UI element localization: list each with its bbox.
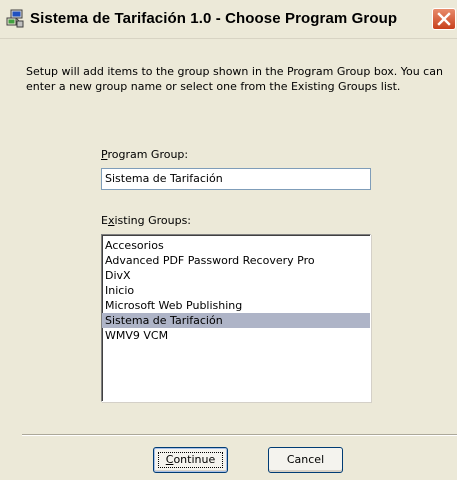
list-item-selected[interactable]: Sistema de Tarifación bbox=[102, 313, 370, 328]
program-group-label: Program Group: bbox=[101, 148, 189, 161]
dialog-window: Sistema de Tarifación 1.0 - Choose Progr… bbox=[0, 0, 457, 480]
list-item[interactable]: DivX bbox=[102, 268, 370, 283]
list-item[interactable]: Accesorios bbox=[102, 238, 370, 253]
cancel-button[interactable]: Cancel bbox=[268, 447, 343, 473]
list-item[interactable]: Advanced PDF Password Recovery Pro bbox=[102, 253, 370, 268]
instructions-text: Setup will add items to the group shown … bbox=[26, 65, 443, 93]
list-item[interactable]: Microsoft Web Publishing bbox=[102, 298, 370, 313]
continue-button[interactable]: Continue bbox=[153, 447, 228, 473]
list-item[interactable]: Inicio bbox=[102, 283, 370, 298]
setup-computer-icon bbox=[6, 9, 26, 29]
program-group-input[interactable]: Sistema de Tarifación bbox=[101, 168, 371, 190]
close-button[interactable] bbox=[432, 8, 456, 30]
focus-rectangle bbox=[158, 452, 223, 468]
title-bar[interactable]: Sistema de Tarifación 1.0 - Choose Progr… bbox=[0, 0, 457, 39]
list-item[interactable]: WMV9 VCM bbox=[102, 328, 370, 343]
existing-groups-label: Existing Groups: bbox=[101, 214, 192, 227]
close-icon bbox=[437, 12, 451, 26]
existing-groups-list[interactable]: Accesorios Advanced PDF Password Recover… bbox=[101, 234, 371, 402]
window-title: Sistema de Tarifación 1.0 - Choose Progr… bbox=[30, 10, 398, 27]
separator-line bbox=[22, 434, 457, 436]
